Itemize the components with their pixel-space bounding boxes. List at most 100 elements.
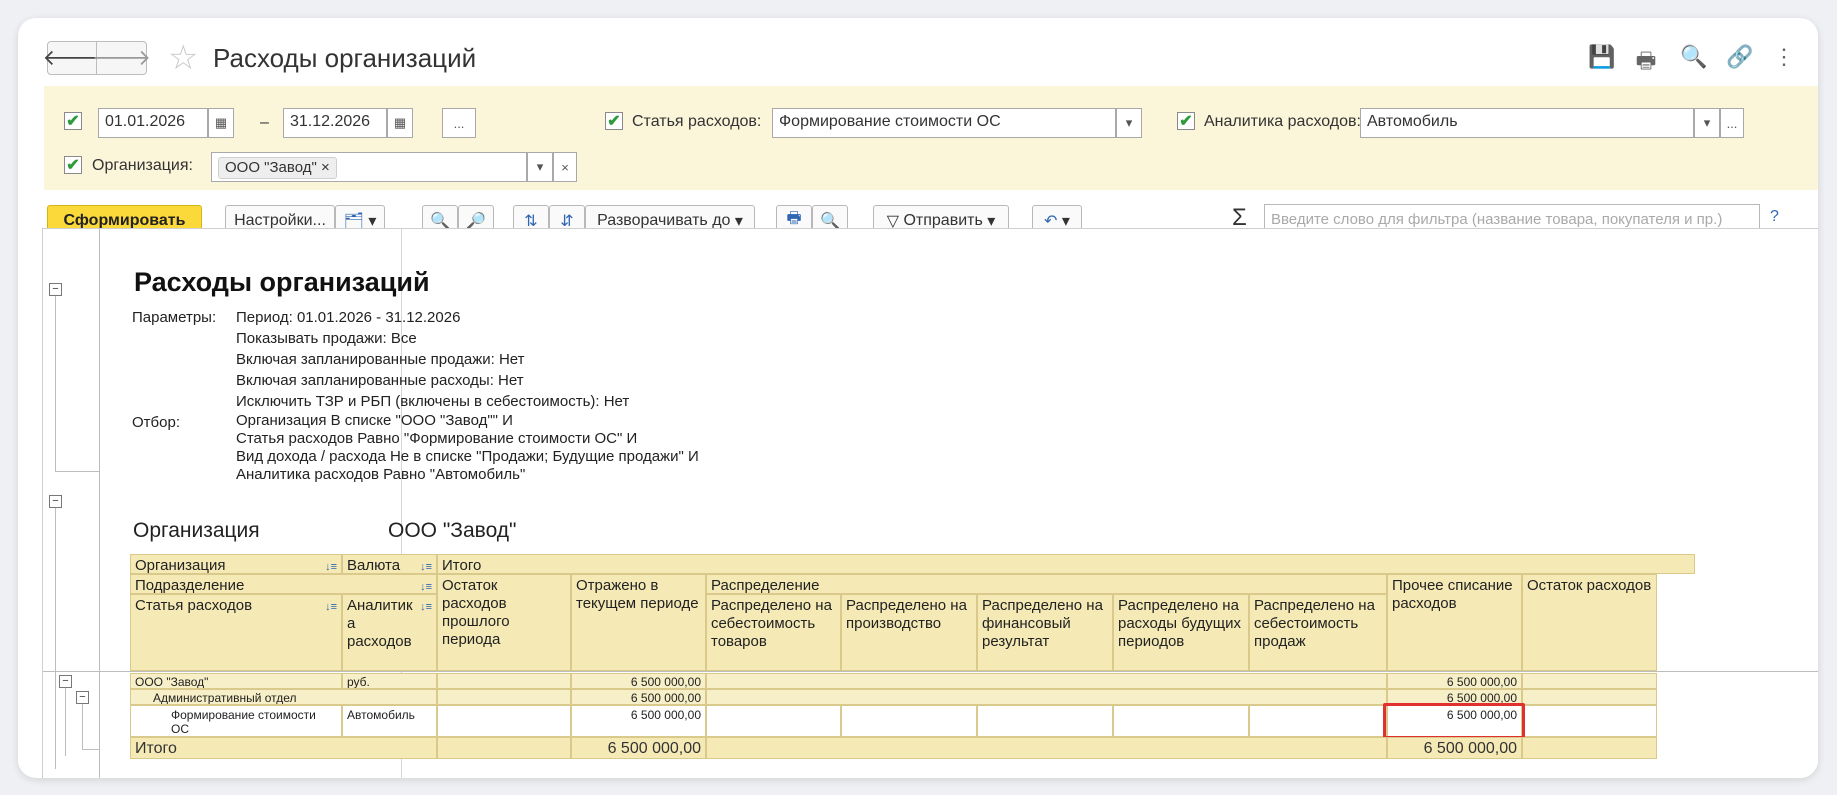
row-empty-cell xyxy=(841,705,977,737)
header-label: Организация xyxy=(135,557,226,574)
row-empty-cell xyxy=(977,705,1113,737)
forward-button[interactable]: 🡒 xyxy=(92,41,151,75)
period-select-button[interactable]: ... xyxy=(442,108,476,138)
header-label: Подразделение xyxy=(135,577,245,594)
header-currency[interactable]: Валюта ↓≡ xyxy=(342,554,437,574)
header-expense-item[interactable]: Статья расходов ↓≡ xyxy=(130,594,342,671)
date-separator: – xyxy=(260,114,269,131)
parameters-label: Параметры: xyxy=(132,309,217,326)
filter-line: Организация В списке "ООО "Завод"" И xyxy=(236,412,513,429)
send-label: Отправить xyxy=(903,211,983,229)
row-empty-cell xyxy=(437,689,571,705)
analytics-checkbox[interactable]: ✔ xyxy=(1177,112,1195,130)
header-other-writeoff: Прочее списание расходов xyxy=(1387,574,1522,671)
row-empty-cell xyxy=(706,673,1387,689)
header-reflected: Отражено в текущем периоде xyxy=(571,574,706,671)
favorite-star-icon[interactable]: ☆ xyxy=(168,38,198,78)
parameter-line: Включая запланированные расходы: Нет xyxy=(236,372,524,389)
collapse-division-row-button[interactable]: − xyxy=(76,691,89,704)
date-from-calendar-button[interactable]: ▦ xyxy=(208,108,234,138)
organization-checkbox[interactable]: ✔ xyxy=(64,156,82,174)
analytics-dropdown[interactable]: ▾ xyxy=(1694,108,1720,138)
arrow-right-icon: 🡒 xyxy=(92,45,151,70)
total-reflected: 6 500 000,00 xyxy=(571,737,706,759)
expand-to-label: Разворачивать до xyxy=(597,211,731,229)
total-label: Итого xyxy=(130,737,437,759)
chevron-down-icon: ▾ xyxy=(1703,115,1711,130)
filter-line: Аналитика расходов Равно "Автомобиль" xyxy=(236,466,526,483)
row-reflected: 6 500 000,00 xyxy=(571,673,706,689)
window-title: Расходы организаций xyxy=(213,43,477,73)
row-empty-cell xyxy=(706,689,1387,705)
parameter-line: Период: 01.01.2026 - 31.12.2026 xyxy=(236,309,461,326)
link-icon[interactable]: 🔗 xyxy=(1726,44,1753,82)
row-analytics: Автомобиль xyxy=(342,705,437,737)
filter-label: Отбор: xyxy=(132,414,180,431)
row-divider xyxy=(43,671,1818,672)
row-empty-cell xyxy=(1522,705,1657,737)
sort-icon[interactable]: ↓≡ xyxy=(325,558,337,573)
preview-icon[interactable]: 🔍 xyxy=(1680,44,1707,82)
row-reflected: 6 500 000,00 xyxy=(571,689,706,705)
sort-icon[interactable]: ↓≡ xyxy=(420,578,432,593)
check-icon: ✔ xyxy=(607,113,621,130)
header-label: Валюта xyxy=(347,557,401,574)
analytics-label: Аналитика расходов: xyxy=(1204,113,1361,130)
expense-item-label: Статья расходов: xyxy=(632,113,762,130)
help-icon[interactable]: ? xyxy=(1770,208,1779,226)
remove-tag-icon[interactable]: × xyxy=(321,159,330,176)
filter-panel: ✔ 01.01.2026 ▦ – 31.12.2026 ▦ ... ✔ Стат… xyxy=(44,86,1818,190)
collapse-params-button[interactable]: − xyxy=(49,283,62,296)
parameter-line: Включая запланированные продажи: Нет xyxy=(236,351,525,368)
group-line xyxy=(55,289,56,471)
row-reflected: 6 500 000,00 xyxy=(571,705,706,737)
row-name: ООО "Завод" xyxy=(130,673,342,689)
check-icon: ✔ xyxy=(66,113,80,130)
header-dist-future: Распределено на расходы будущих периодов xyxy=(1113,594,1249,671)
analytics-input[interactable]: Автомобиль xyxy=(1360,108,1694,138)
header-analytics[interactable]: Аналитик а расходов ↓≡ xyxy=(342,594,437,671)
back-button[interactable]: 🡐 xyxy=(43,41,102,75)
total-empty-cell xyxy=(437,737,571,759)
gutter-divider xyxy=(99,229,100,778)
row-empty-cell xyxy=(437,673,571,689)
organization-dropdown[interactable]: ▾ xyxy=(527,152,553,182)
collapse-table-button[interactable]: − xyxy=(49,495,62,508)
organization-input[interactable]: ООО "Завод" × xyxy=(211,152,527,182)
date-from-input[interactable]: 01.01.2026 xyxy=(98,108,208,138)
organization-tag: ООО "Завод" × xyxy=(218,157,337,179)
date-to-calendar-button[interactable]: ▦ xyxy=(387,108,413,138)
organization-clear-button[interactable]: × xyxy=(553,152,577,182)
filter-line: Статья расходов Равно "Формирование стои… xyxy=(236,430,638,447)
sort-icon[interactable]: ↓≡ xyxy=(325,598,337,616)
expense-item-dropdown[interactable]: ▾ xyxy=(1116,108,1142,138)
row-empty-cell xyxy=(437,705,571,737)
header-division[interactable]: Подразделение ↓≡ xyxy=(130,574,437,594)
expense-item-input[interactable]: Формирование стоимости ОС xyxy=(772,108,1116,138)
row-analytics: руб. xyxy=(342,673,437,689)
sort-icon[interactable]: ↓≡ xyxy=(420,598,432,616)
collapse-org-row-button[interactable]: − xyxy=(59,675,72,688)
header-organization[interactable]: Организация ↓≡ xyxy=(130,554,342,574)
save-icon[interactable]: 💾 xyxy=(1588,44,1615,82)
header-total: Итого xyxy=(437,554,1695,574)
sort-icon[interactable]: ↓≡ xyxy=(420,558,432,573)
total-empty-cell xyxy=(706,737,1387,759)
more-icon[interactable]: ⋮ xyxy=(1772,44,1796,82)
calendar-icon: ▦ xyxy=(214,115,228,130)
period-checkbox[interactable]: ✔ xyxy=(64,112,82,130)
calendar-icon: ▦ xyxy=(393,115,407,130)
analytics-select-button[interactable]: ... xyxy=(1720,108,1744,138)
chevron-down-icon: ▾ xyxy=(1125,115,1133,130)
header-balance-prev: Остаток расходов прошлого периода xyxy=(437,574,571,671)
print-icon[interactable]: 🖶 xyxy=(1634,44,1658,82)
expense-item-checkbox[interactable]: ✔ xyxy=(605,112,623,130)
row-name: Административный отдел xyxy=(130,689,437,705)
highlight-box xyxy=(1383,703,1525,739)
date-to-input[interactable]: 31.12.2026 xyxy=(283,108,387,138)
group-line xyxy=(82,749,100,750)
header-dist-goods: Распределено на себестоимость товаров xyxy=(706,594,841,671)
header-distribution: Распределение xyxy=(706,574,1387,594)
organization-heading-label: Организация xyxy=(133,519,260,542)
chevron-down-icon: ▾ xyxy=(536,159,544,174)
